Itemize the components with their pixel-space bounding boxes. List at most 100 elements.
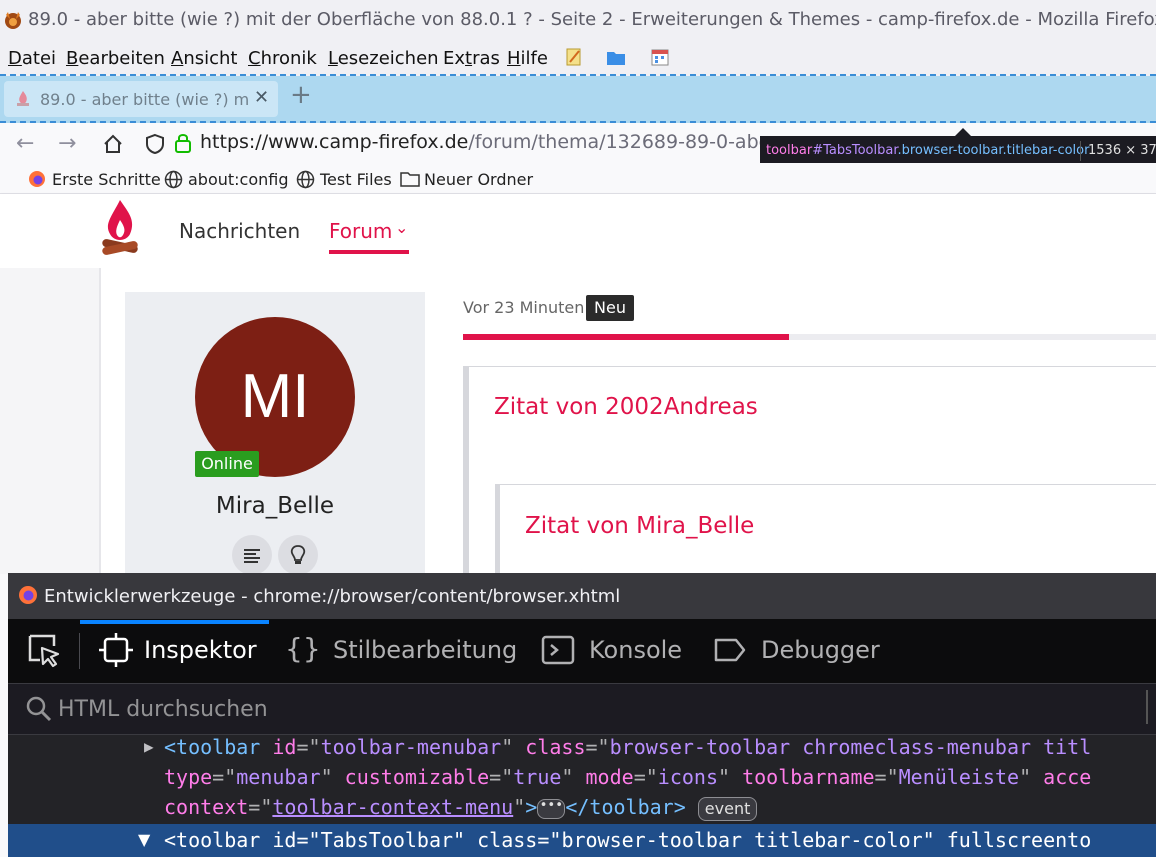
menu-datei[interactable]: Datei <box>8 48 56 69</box>
url-host: https://www.camp-firefox.de <box>200 131 469 153</box>
tooltip-dimensions: 1536 × 37 <box>1088 143 1156 158</box>
collapsed-children-button[interactable]: ••• <box>537 798 566 819</box>
markup-line-3[interactable]: context="toolbar-context-menu"> ••• </tool… <box>164 795 758 821</box>
tab-label: 89.0 - aber bitte (wie ?) mit der Oberfl… <box>40 90 250 109</box>
read-progress-bar <box>463 334 1156 340</box>
folder-icon[interactable] <box>606 47 626 67</box>
line1-tag: toolbar <box>176 735 261 759</box>
notepad-icon[interactable] <box>564 47 584 67</box>
lock-icon[interactable] <box>174 132 192 154</box>
tab-konsole[interactable]: Konsole <box>589 636 682 664</box>
line2-toolbarname: Menüleiste <box>898 765 1020 789</box>
quote-author-outer[interactable]: Zitat von 2002Andreas <box>494 394 758 420</box>
devtools-titlebar: Entwicklerwerkzeuge - chrome://browser/c… <box>8 573 1156 619</box>
html-search-input[interactable] <box>58 692 1138 726</box>
line1-class: browser-toolbar chromeclass-menubar titl <box>609 735 1092 759</box>
forward-icon[interactable]: → <box>58 131 76 156</box>
nav-active-indicator <box>329 250 409 254</box>
menu-lesezeichen[interactable]: Lesezeichen <box>328 48 439 69</box>
bookmark-erste-schritte[interactable]: Erste Schritte <box>52 170 161 189</box>
nav-nachrichten[interactable]: Nachrichten <box>179 219 300 243</box>
tooltip-arrow <box>955 128 971 136</box>
tab-active[interactable]: 89.0 - aber bitte (wie ?) mit der Oberfl… <box>4 81 278 117</box>
bookmark-about-config[interactable]: about:config <box>188 170 289 189</box>
firefox-logo-icon <box>5 12 21 29</box>
window-title: 89.0 - aber bitte (wie ?) mit der Oberfl… <box>28 9 1156 30</box>
line4-class: browser-toolbar titlebar-color <box>561 828 923 852</box>
back-icon[interactable]: ← <box>16 131 34 156</box>
lightbulb-icon[interactable] <box>278 535 318 575</box>
globe-icon <box>296 170 315 189</box>
lines-icon <box>244 549 260 563</box>
new-tab-button[interactable]: + <box>290 80 312 110</box>
site-header <box>0 194 1156 268</box>
line2-customizable: true <box>513 765 562 789</box>
window-titlebar: 89.0 - aber bitte (wie ?) mit der Oberfl… <box>0 0 1156 40</box>
online-badge: Online <box>195 451 259 477</box>
search-icon <box>26 696 52 722</box>
url-path: /forum/thema/132689-89-0-aber-bi <box>468 131 760 153</box>
inspector-tooltip: toolbar#TabsToolbar.browser-toolbar.titl… <box>760 128 1156 166</box>
line2-tail: acce <box>1043 765 1092 789</box>
menu-bar: Datei Bearbeiten Ansicht Chronik Lesezei… <box>0 40 1156 76</box>
shield-icon[interactable] <box>145 133 165 155</box>
url-bar[interactable]: https://www.camp-firefox.de/forum/thema/… <box>200 131 760 153</box>
site-logo-icon[interactable] <box>98 198 142 262</box>
inspector-icon <box>99 633 133 667</box>
markup-selected-node[interactable]: ▼ <toolbar id="TabsToolbar" class="brows… <box>8 824 1156 857</box>
home-icon[interactable] <box>102 133 124 155</box>
markup-line-1[interactable]: <toolbar id="toolbar-menubar" class="bro… <box>164 735 1091 759</box>
post-timestamp: Vor 23 Minuten <box>463 298 585 317</box>
line2-type: menubar <box>236 765 321 789</box>
console-icon <box>541 635 575 665</box>
devtools-title: Entwicklerwerkzeuge - chrome://browser/c… <box>44 586 621 607</box>
menu-chronik[interactable]: Chronik <box>248 48 317 69</box>
quote-author-inner[interactable]: Zitat von Mira_Belle <box>525 513 754 539</box>
page-left-margin <box>0 268 101 574</box>
posts-list-icon[interactable] <box>232 535 272 575</box>
bookmark-test-files[interactable]: Test Files <box>320 170 392 189</box>
username[interactable]: Mira_Belle <box>150 493 400 519</box>
line4-tail: fullscreento <box>946 828 1092 852</box>
menu-extras[interactable]: Extras <box>443 48 500 69</box>
chevron-down-icon[interactable]: ⌄ <box>395 218 408 237</box>
line3-close-tag: toolbar <box>589 795 674 819</box>
firefox-logo-icon <box>19 586 37 604</box>
menu-hilfe[interactable]: Hilfe <box>507 48 548 69</box>
bookmark-neuer-ordner[interactable]: Neuer Ordner <box>424 170 533 189</box>
search-divider <box>1146 690 1148 724</box>
tab-debugger[interactable]: Debugger <box>761 636 880 664</box>
nav-forum[interactable]: Forum <box>329 219 392 243</box>
menu-ansicht[interactable]: Ansicht <box>171 48 237 69</box>
firefox-bookmark-icon <box>29 171 45 187</box>
collapse-twisty-icon[interactable]: ▼ <box>138 830 150 849</box>
tooltip-classes: .browser-toolbar.titlebar-color <box>897 143 1090 158</box>
line4-id: TabsToolbar <box>320 828 454 852</box>
tab-close-icon[interactable]: ✕ <box>254 87 269 108</box>
menu-bearbeiten[interactable]: Bearbeiten <box>66 48 165 69</box>
line3-context-link[interactable]: toolbar-context-menu <box>272 795 513 819</box>
braces-icon: {} <box>285 632 321 665</box>
read-progress-fill <box>463 334 789 340</box>
line1-id: toolbar-menubar <box>320 735 502 759</box>
globe-icon <box>164 170 183 189</box>
line4-tag: toolbar <box>176 828 261 852</box>
devtools-tab-separator <box>79 633 80 669</box>
tab-stilbearbeitung[interactable]: Stilbearbeitung <box>333 636 517 664</box>
expand-twisty-icon[interactable]: ▶ <box>144 737 154 756</box>
element-picker-icon[interactable] <box>26 632 62 668</box>
debugger-icon <box>714 638 746 662</box>
tabs-toolbar: 89.0 - aber bitte (wie ?) mit der Oberfl… <box>0 76 1156 123</box>
tooltip-separator <box>1080 141 1081 161</box>
line2-mode: icons <box>657 765 718 789</box>
markup-line-2[interactable]: type="menubar" customizable="true" mode=… <box>164 765 1091 789</box>
event-badge[interactable]: event <box>697 796 758 821</box>
calendar-icon[interactable] <box>650 47 670 67</box>
tooltip-id: #TabsToolbar <box>812 143 898 158</box>
folder-icon <box>400 172 420 187</box>
new-badge: Neu <box>586 295 634 321</box>
bookmarks-toolbar: Erste Schritte about:config Test Files N… <box>0 163 1156 194</box>
camp-firefox-favicon-icon <box>17 91 29 106</box>
tab-inspektor[interactable]: Inspektor <box>144 636 257 664</box>
devtools-active-tab-indicator <box>80 620 269 624</box>
